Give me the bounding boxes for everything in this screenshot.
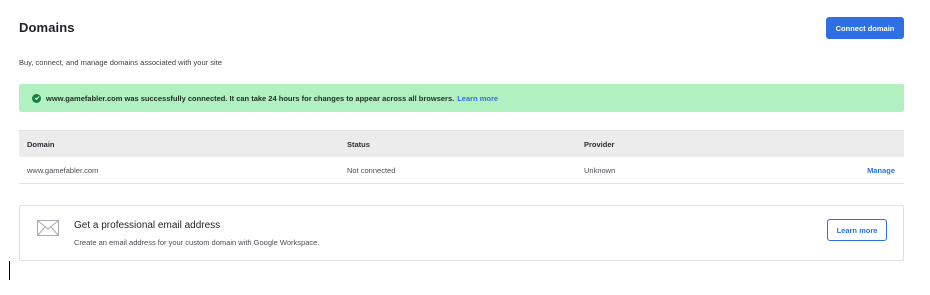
table-header: Domain Status Provider (19, 130, 904, 157)
email-promo-card: Get a professional email address Create … (19, 205, 904, 261)
email-card-title: Get a professional email address (74, 220, 221, 231)
table-row: www.gamefabler.com Not connected Unknown… (19, 157, 904, 184)
banner-learn-more-link[interactable]: Learn more (457, 94, 498, 103)
provider-cell: Unknown (584, 165, 616, 175)
connect-domain-button[interactable]: Connect domain (826, 17, 904, 39)
status-cell: Not connected (347, 165, 396, 175)
column-header-domain: Domain (27, 139, 55, 149)
page-subtitle: Buy, connect, and manage domains associa… (19, 58, 222, 67)
domain-cell: www.gamefabler.com (27, 165, 99, 175)
column-header-provider: Provider (584, 139, 615, 149)
success-banner: www.gamefabler.com was successfully conn… (19, 84, 904, 112)
check-circle-icon (32, 93, 41, 103)
envelope-icon (37, 220, 59, 241)
page-title: Domains (19, 20, 75, 35)
domains-table: Domain Status Provider www.gamefabler.co… (19, 130, 904, 184)
email-learn-more-button[interactable]: Learn more (827, 219, 887, 241)
manage-link[interactable]: Manage (867, 166, 895, 175)
email-card-description: Create an email address for your custom … (74, 238, 320, 247)
text-cursor (9, 261, 10, 280)
banner-message: www.gamefabler.com was successfully conn… (46, 93, 455, 103)
column-header-status: Status (347, 139, 370, 149)
